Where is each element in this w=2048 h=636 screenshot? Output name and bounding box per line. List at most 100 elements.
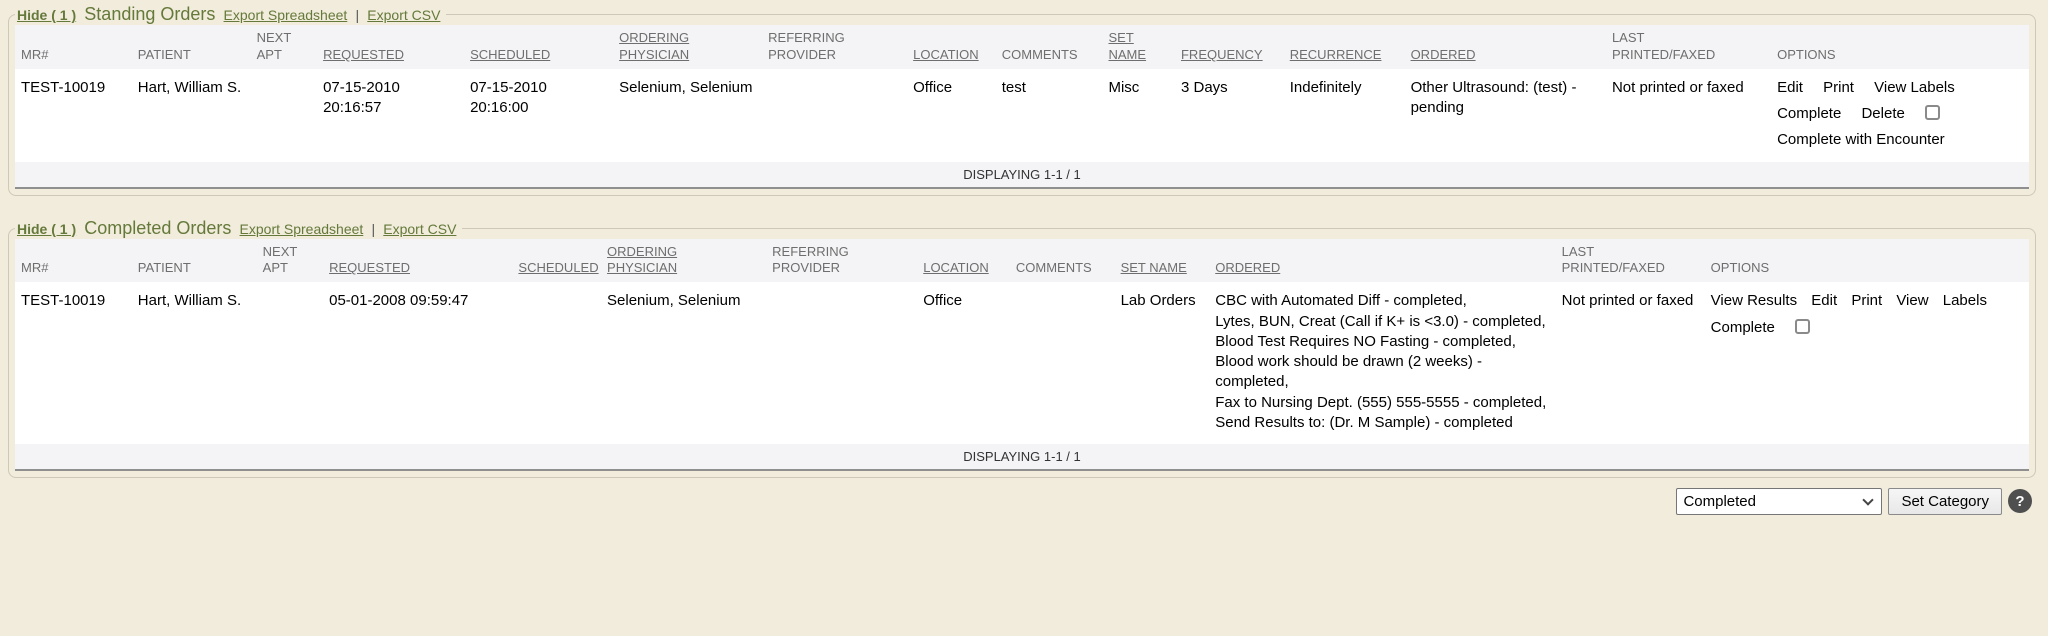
completed-orders-title: Completed Orders <box>84 218 231 238</box>
cell-requested: 07-15-2010 20:16:57 <box>317 69 464 161</box>
cell-location: Office <box>907 69 996 161</box>
standing-export-spreadsheet-link[interactable]: Export Spreadsheet <box>224 7 348 23</box>
ordered-item: Blood Test Requires NO Fasting - complet… <box>1215 332 1549 352</box>
completed-order-row: TEST-10019 Hart, William S. 05-01-2008 0… <box>15 282 2029 443</box>
edit-link[interactable]: Edit <box>1811 292 1837 309</box>
cell-mr: TEST-10019 <box>15 69 132 161</box>
ordered-item: Fax to Nursing Dept. (555) 555-5555 - co… <box>1215 393 1549 413</box>
view-results-link[interactable]: View Results <box>1711 292 1797 309</box>
complete-with-encounter-link[interactable]: Complete with Encounter <box>1777 131 1945 148</box>
col-comments: COMMENTS <box>996 25 1103 69</box>
cell-next-apt <box>257 282 323 443</box>
completed-hide-link[interactable]: Hide ( 1 ) <box>17 221 76 237</box>
cell-set-name: Lab Orders <box>1115 282 1210 443</box>
cell-frequency: 3 Days <box>1175 69 1284 161</box>
standing-orders-table: MR# PATIENT NEXTAPT REQUESTED SCHEDULED … <box>15 25 2029 189</box>
view-link[interactable]: View <box>1896 292 1928 309</box>
standing-orders-title: Standing Orders <box>84 4 215 24</box>
completed-orders-section: Hide ( 1 ) Completed Orders Export Sprea… <box>8 218 2036 479</box>
col-mr: MR# <box>15 239 132 283</box>
category-select-wrap: Completed <box>1676 488 1882 515</box>
view-labels-link[interactable]: View Labels <box>1874 79 1955 96</box>
print-link[interactable]: Print <box>1823 79 1854 96</box>
completed-header-row: MR# PATIENT NEXTAPT REQUESTED SCHEDULED … <box>15 239 2029 283</box>
complete-checkbox[interactable] <box>1795 319 1810 334</box>
ordered-item: Send Results to: (Dr. M Sample) - comple… <box>1215 413 1549 433</box>
completed-export-csv-link[interactable]: Export CSV <box>383 221 456 237</box>
legend-separator: | <box>371 221 375 237</box>
edit-link[interactable]: Edit <box>1777 79 1803 96</box>
completed-displaying-label: DISPLAYING 1-1 / 1 <box>15 443 2029 470</box>
standing-header-row: MR# PATIENT NEXTAPT REQUESTED SCHEDULED … <box>15 25 2029 69</box>
col-patient: PATIENT <box>132 25 251 69</box>
col-options: OPTIONS <box>1771 25 2029 69</box>
cell-scheduled: 07-15-2010 20:16:00 <box>464 69 613 161</box>
col-last-printed-faxed: LASTPRINTED/FAXED <box>1556 239 1705 283</box>
cell-mr: TEST-10019 <box>15 282 132 443</box>
cell-ordered: Other Ultrasound: (test) - pending <box>1405 69 1606 161</box>
complete-link[interactable]: Complete <box>1777 105 1841 122</box>
col-location[interactable]: LOCATION <box>907 25 996 69</box>
cell-options: View Results Edit Print View Labels Comp… <box>1705 282 2029 443</box>
col-ordering-physician[interactable]: ORDERINGPHYSICIAN <box>613 25 762 69</box>
ordered-item: Blood work should be drawn (2 weeks) - c… <box>1215 352 1549 393</box>
completed-export-spreadsheet-link[interactable]: Export Spreadsheet <box>240 221 364 237</box>
col-requested[interactable]: REQUESTED <box>317 25 464 69</box>
standing-footer-row: DISPLAYING 1-1 / 1 <box>15 161 2029 188</box>
col-scheduled[interactable]: SCHEDULED <box>464 25 613 69</box>
cell-patient: Hart, William S. <box>132 282 257 443</box>
standing-orders-section: Hide ( 1 ) Standing Orders Export Spread… <box>8 4 2036 196</box>
cell-referring-provider <box>762 69 907 161</box>
col-ordered[interactable]: ORDERED <box>1209 239 1555 283</box>
col-referring-provider: REFERRINGPROVIDER <box>766 239 917 283</box>
delete-link[interactable]: Delete <box>1861 105 1904 122</box>
complete-link[interactable]: Complete <box>1711 319 1775 336</box>
col-mr: MR# <box>15 25 132 69</box>
cell-comments <box>1010 282 1115 443</box>
set-category-button[interactable]: Set Category <box>1888 488 2002 515</box>
cell-last-printed-faxed: Not printed or faxed <box>1606 69 1771 161</box>
col-options: OPTIONS <box>1705 239 2029 283</box>
cell-ordering-physician: Selenium, Selenium <box>601 282 766 443</box>
cell-next-apt <box>251 69 317 161</box>
col-referring-provider: REFERRINGPROVIDER <box>762 25 907 69</box>
standing-displaying-label: DISPLAYING 1-1 / 1 <box>15 161 2029 188</box>
col-requested[interactable]: REQUESTED <box>323 239 512 283</box>
cell-patient: Hart, William S. <box>132 69 251 161</box>
col-next-apt: NEXTAPT <box>257 239 323 283</box>
complete-checkbox[interactable] <box>1925 105 1940 120</box>
col-set-name[interactable]: SETNAME <box>1102 25 1175 69</box>
col-ordering-physician[interactable]: ORDERINGPHYSICIAN <box>601 239 766 283</box>
ordered-item: CBC with Automated Diff - completed, <box>1215 291 1549 311</box>
cell-set-name: Misc <box>1102 69 1175 161</box>
labels-link[interactable]: Labels <box>1943 292 1987 309</box>
standing-export-csv-link[interactable]: Export CSV <box>367 7 440 23</box>
col-scheduled[interactable]: SCHEDULED <box>512 239 601 283</box>
ordered-item: Lytes, BUN, Creat (Call if K+ is <3.0) -… <box>1215 312 1549 332</box>
cell-comments: test <box>996 69 1103 161</box>
cell-scheduled <box>512 282 601 443</box>
help-icon[interactable]: ? <box>2008 489 2032 513</box>
cell-ordering-physician: Selenium, Selenium <box>613 69 762 161</box>
col-location[interactable]: LOCATION <box>917 239 1010 283</box>
print-link[interactable]: Print <box>1851 292 1882 309</box>
category-controls: Completed Set Category ? <box>0 486 2032 516</box>
col-recurrence[interactable]: RECURRENCE <box>1284 25 1405 69</box>
completed-orders-table: MR# PATIENT NEXTAPT REQUESTED SCHEDULED … <box>15 239 2029 472</box>
category-select[interactable]: Completed <box>1676 488 1882 515</box>
standing-orders-legend: Hide ( 1 ) Standing Orders Export Spread… <box>15 4 446 25</box>
cell-options: Edit Print View Labels Complete Delete C… <box>1771 69 2029 161</box>
standing-hide-link[interactable]: Hide ( 1 ) <box>17 7 76 23</box>
cell-requested: 05-01-2008 09:59:47 <box>323 282 512 443</box>
cell-last-printed-faxed: Not printed or faxed <box>1556 282 1705 443</box>
completed-orders-legend: Hide ( 1 ) Completed Orders Export Sprea… <box>15 218 462 239</box>
cell-ordered: CBC with Automated Diff - completed, Lyt… <box>1209 282 1555 443</box>
col-set-name[interactable]: SET NAME <box>1115 239 1210 283</box>
col-frequency[interactable]: FREQUENCY <box>1175 25 1284 69</box>
cell-referring-provider <box>766 282 917 443</box>
col-ordered[interactable]: ORDERED <box>1405 25 1606 69</box>
legend-separator: | <box>355 7 359 23</box>
cell-location: Office <box>917 282 1010 443</box>
standing-order-row: TEST-10019 Hart, William S. 07-15-2010 2… <box>15 69 2029 161</box>
col-last-printed-faxed: LASTPRINTED/FAXED <box>1606 25 1771 69</box>
